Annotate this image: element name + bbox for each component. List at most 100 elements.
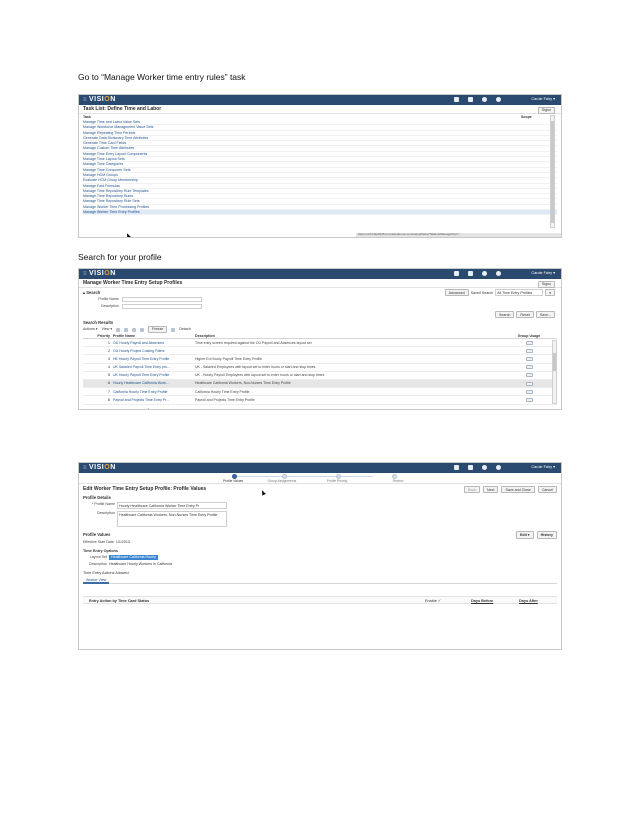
description-input[interactable] bbox=[122, 304, 202, 309]
table-row[interactable]: 4 UK Salaried Payroll Time Entry pro... UK… bbox=[83, 364, 557, 372]
row-profile-name-link[interactable]: HE Hourly Payroll Time Entry Profile bbox=[113, 357, 195, 361]
favorites-icon[interactable] bbox=[468, 97, 473, 102]
edit-menu-button[interactable]: Edit ▾ bbox=[516, 531, 534, 539]
cancel-button[interactable]: Cancel bbox=[537, 486, 557, 494]
save-search-button[interactable]: Save... bbox=[535, 311, 555, 319]
task-list-scrollbar[interactable] bbox=[550, 115, 555, 228]
detach-button[interactable]: Detach bbox=[179, 327, 190, 331]
group-usage-icon[interactable] bbox=[525, 397, 533, 402]
saved-search-select[interactable]: All Time Entry Profiles bbox=[495, 289, 544, 297]
favorites-icon[interactable] bbox=[468, 271, 473, 276]
tab-worker-view[interactable]: Worker View bbox=[83, 578, 110, 585]
row-profile-name-link[interactable]: OU Hourly Project Costing Filters bbox=[113, 349, 195, 353]
save-close-button[interactable]: Save and Close bbox=[501, 486, 535, 494]
mouse-cursor-icon bbox=[125, 232, 131, 237]
history-button[interactable]: History bbox=[536, 531, 557, 539]
global-header: ≡ VISION Carole Fairy ▾ bbox=[79, 95, 561, 105]
table-row[interactable]: 2 OU Hourly Project Costing Filters bbox=[83, 347, 557, 356]
group-usage-icon[interactable] bbox=[525, 348, 533, 353]
notifications-icon[interactable] bbox=[482, 97, 487, 102]
sign-button[interactable]: Signo bbox=[537, 106, 555, 114]
page-title: Manage Worker Time Entry Setup Profiles bbox=[83, 280, 183, 286]
row-description: Higher Ed Hourly Payroll Time Entry Prof… bbox=[195, 356, 262, 361]
settings-icon[interactable] bbox=[496, 271, 501, 276]
notifications-icon[interactable] bbox=[482, 465, 487, 470]
row-profile-name-link[interactable]: OU Hourly Payroll and Absences bbox=[113, 341, 195, 345]
description-textarea[interactable]: Healthcare California Workers, Non-Nurse… bbox=[117, 511, 227, 528]
row-profile-name-link[interactable]: UK Salaried Payroll Time Entry pro... bbox=[113, 365, 195, 369]
actions-menu[interactable]: Actions ▾ bbox=[83, 327, 98, 331]
row-group-usage bbox=[505, 340, 553, 345]
back-button[interactable]: Back bbox=[464, 486, 481, 494]
detach-icon[interactable] bbox=[171, 327, 176, 332]
row-priority: 4 bbox=[108, 365, 110, 370]
group-usage-icon[interactable] bbox=[525, 373, 533, 378]
layout-set-value[interactable]: Healthcare California Hourly bbox=[109, 555, 158, 560]
col-days-before[interactable]: Days Before bbox=[471, 599, 493, 604]
global-header: ≡ VISION Carole Fairy ▾ bbox=[79, 463, 561, 473]
add-icon[interactable] bbox=[116, 327, 121, 332]
reset-button[interactable]: Reset bbox=[516, 311, 534, 319]
group-usage-icon[interactable] bbox=[525, 381, 533, 386]
view-menu[interactable]: View ▾ bbox=[102, 327, 113, 331]
settings-icon[interactable] bbox=[496, 465, 501, 470]
table-row[interactable]: 1 OU Hourly Payroll and Absences Time entr… bbox=[83, 339, 557, 348]
task-list: Manage Time and Labor Value Sets Manage W… bbox=[79, 120, 561, 216]
col-enable[interactable]: Enable ✓ bbox=[425, 599, 441, 604]
duplicate-icon[interactable] bbox=[132, 327, 137, 332]
profile-values-header: Profile Values Edit ▾ History bbox=[79, 531, 561, 539]
row-group-usage bbox=[505, 357, 553, 361]
row-profile-name-link[interactable]: Hourly Healthcare California Work... bbox=[113, 381, 195, 385]
col-days-after[interactable]: Days After bbox=[519, 599, 538, 604]
vision-logo: ≡ VISION bbox=[83, 269, 116, 277]
row-priority: 6 bbox=[108, 381, 110, 386]
favorites-icon[interactable] bbox=[468, 465, 473, 470]
group-usage-icon[interactable] bbox=[525, 340, 533, 345]
row-profile-name-link[interactable]: Payroll and Projects Time Entry Pr... bbox=[113, 398, 195, 402]
description-label: Description bbox=[97, 511, 115, 516]
home-icon[interactable] bbox=[454, 465, 459, 470]
mouse-cursor-icon bbox=[146, 407, 152, 409]
profile-name-input[interactable]: Hourly Healthcare California Worker Time… bbox=[117, 502, 227, 510]
table-row[interactable]: 3 HE Hourly Payroll Time Entry Profile Hig… bbox=[83, 355, 557, 364]
delete-icon[interactable] bbox=[140, 327, 145, 332]
edit-icon[interactable] bbox=[124, 327, 129, 332]
sign-button[interactable]: Signo bbox=[537, 280, 555, 288]
row-profile-name-link[interactable]: California Hourly Time Entry Profile bbox=[113, 390, 195, 394]
search-section-label[interactable]: ▴ Search bbox=[83, 290, 100, 295]
row-priority: 1 bbox=[108, 340, 110, 345]
global-header: ≡ VISION Carole Fairy ▾ bbox=[79, 269, 561, 279]
home-icon[interactable] bbox=[454, 97, 459, 102]
group-usage-icon[interactable] bbox=[525, 389, 533, 394]
notifications-icon[interactable] bbox=[482, 271, 487, 276]
page-header: Task List: Define Time and Labor Signo bbox=[79, 105, 561, 114]
advanced-button[interactable]: Advanced bbox=[444, 289, 469, 297]
row-group-usage bbox=[505, 381, 553, 386]
profile-name-label: * Profile Name bbox=[91, 502, 115, 507]
col-task: Task bbox=[83, 115, 91, 119]
user-menu[interactable]: Carole Fairy ▾ bbox=[531, 271, 555, 276]
row-profile-name-link[interactable]: UK Hourly Payroll Time Entry Profile bbox=[113, 373, 195, 377]
group-usage-icon[interactable] bbox=[525, 357, 533, 361]
task-link[interactable]: Manage Worker Time Entry Profiles bbox=[83, 210, 557, 216]
status-url: https://ucf4-fap0445-fs.oracledemos.com/… bbox=[356, 233, 561, 237]
user-menu[interactable]: Carole Fairy ▾ bbox=[531, 465, 555, 470]
search-button[interactable]: Search bbox=[495, 311, 515, 319]
next-button[interactable]: Next bbox=[483, 486, 499, 494]
caption-step-1: Go to “Manage Worker time entry rules” t… bbox=[78, 72, 246, 82]
results-scrollbar[interactable] bbox=[552, 340, 557, 405]
table-row[interactable]: 6 Hourly Healthcare California Work... Hea… bbox=[83, 379, 557, 389]
home-icon[interactable] bbox=[454, 271, 459, 276]
freeze-button[interactable]: Freeze bbox=[148, 325, 168, 334]
user-menu[interactable]: Carole Fairy ▾ bbox=[531, 97, 555, 102]
table-row[interactable]: 7 California Hourly Time Entry Profile Cal… bbox=[83, 388, 557, 397]
saved-search-dropdown-icon[interactable]: ▾ bbox=[545, 289, 555, 297]
table-row[interactable]: 8 Payroll and Projects Time Entry Pr... Pa… bbox=[83, 396, 557, 405]
effective-start-label: Effective Start Date bbox=[83, 540, 114, 545]
search-panel-header[interactable]: ▴ Search Advanced Saved Search All Time … bbox=[79, 288, 561, 297]
group-usage-icon[interactable] bbox=[525, 365, 533, 370]
table-row[interactable]: 5 UK Hourly Payroll Time Entry Profile UK … bbox=[83, 372, 557, 380]
settings-icon[interactable] bbox=[496, 97, 501, 102]
profile-name-input[interactable] bbox=[122, 297, 202, 302]
page-header: Edit Worker Time Entry Setup Profile: Pr… bbox=[79, 484, 561, 494]
